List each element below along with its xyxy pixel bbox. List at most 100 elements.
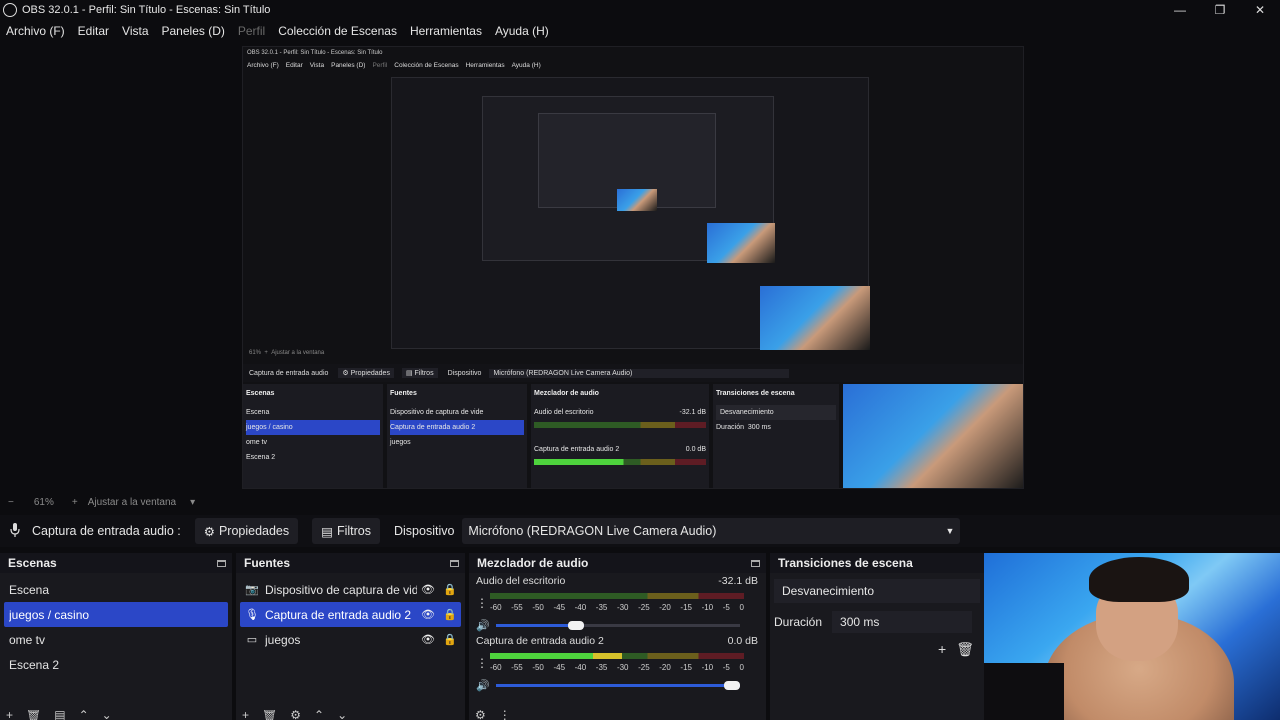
nested-menu-item: Paneles (D)	[331, 61, 366, 69]
nested-menu-item: Vista	[309, 61, 325, 69]
scene-item[interactable]: ome tv	[4, 627, 228, 652]
nested-menu-item: Archivo (F)	[247, 61, 279, 69]
menu-vista[interactable]: Vista	[122, 24, 148, 38]
speaker-icon[interactable]: 🔊	[476, 619, 496, 632]
menu-archivo[interactable]: Archivo (F)	[6, 24, 65, 38]
title-bar: OBS 32.0.1 - Perfil: Sin Título - Escena…	[0, 0, 1280, 20]
properties-button[interactable]: ⚙ Propiedades	[194, 518, 299, 544]
gear-icon: ⚙	[203, 524, 215, 539]
more-options-icon[interactable]: ⋮	[476, 656, 490, 670]
transitions-title: Transiciones de escena	[778, 556, 913, 570]
channel-name: Audio del escritorio	[476, 575, 566, 587]
more-options-icon[interactable]: ⋮	[499, 710, 511, 720]
device-label: Dispositivo	[393, 524, 455, 538]
transition-select[interactable]: Desvanecimiento	[774, 579, 980, 603]
duration-label: Duración	[774, 615, 823, 629]
nested-docks: Escenas Escena juegos / casino ome tv Es…	[243, 384, 1023, 488]
move-down-icon[interactable]: ⌄	[337, 710, 347, 720]
preview-canvas[interactable]: OBS 32.0.1 - Perfil: Sin Título - Escena…	[242, 46, 1024, 489]
obs-logo-icon	[3, 3, 17, 17]
delete-scene-icon[interactable]: 🗑	[26, 710, 41, 720]
delete-transition-icon[interactable]: 🗑	[956, 641, 974, 658]
menu-coleccion-escenas[interactable]: Colección de Escenas	[278, 24, 397, 38]
delete-source-icon[interactable]: 🗑	[262, 710, 277, 720]
person-hair	[1089, 557, 1189, 602]
device-select[interactable]: Micrófono (REDRAGON Live Camera Audio) ▼	[462, 518, 961, 544]
eye-icon[interactable]: 👁	[417, 608, 439, 621]
meter-scale: -60 -55 -50 -45 -40 -35 -30 -25 -20 -15 -10 -5 0	[490, 603, 744, 612]
source-item[interactable]: ▭ juegos 👁 🔒	[240, 627, 461, 652]
undock-icon[interactable]	[217, 559, 226, 567]
nested-menu-item: Perfil	[372, 61, 388, 69]
zoom-out-button[interactable]: −	[8, 497, 14, 508]
source-toolbar: Captura de entrada audio : ⚙ Propiedades…	[0, 515, 1280, 547]
lock-icon[interactable]: 🔒	[439, 583, 461, 596]
more-options-icon[interactable]: ⋮	[476, 596, 490, 610]
maximize-button[interactable]: ❐	[1200, 0, 1240, 20]
source-item[interactable]: 🎙 Captura de entrada audio 2 👁 🔒	[240, 602, 461, 627]
filter-icon: ▤	[321, 524, 333, 539]
channel-name: Captura de entrada audio 2	[476, 635, 604, 647]
volume-meter: -60 -55 -50 -45 -40 -35 -30 -25 -20 -15 -10 -5 0	[490, 591, 744, 615]
camera-icon: 📷	[245, 584, 259, 596]
filters-button[interactable]: ▤ Filtros	[312, 518, 380, 544]
audio-mixer-dock: Mezclador de audio Audio del escritorio …	[469, 553, 766, 720]
window-controls: — ❐ ✕	[1160, 0, 1280, 20]
volume-slider[interactable]	[496, 620, 740, 630]
mixer-channel: Captura de entrada audio 2 0.0 dB ⋮ -60-…	[469, 633, 766, 693]
scene-item[interactable]: Escena	[4, 577, 228, 602]
scene-item[interactable]: Escena 2	[4, 652, 228, 677]
add-scene-icon[interactable]: +	[6, 710, 13, 720]
mixer-title: Mezclador de audio	[477, 556, 589, 570]
zoom-bar: − 61% + Ajustar a la ventana ▾	[0, 492, 1280, 512]
selected-source-label: Captura de entrada audio :	[32, 524, 181, 538]
add-transition-icon[interactable]: +	[938, 641, 946, 658]
eye-icon[interactable]: 👁	[417, 583, 439, 596]
volume-meter: -60 -55 -50 -45 -40 -35 -30 -25 -20 -15 -10 -5 0	[490, 651, 744, 675]
zoom-level: 61%	[33, 496, 54, 508]
eye-icon[interactable]: 👁	[417, 633, 439, 646]
scene-item[interactable]: juegos / casino	[4, 602, 228, 627]
add-source-icon[interactable]: +	[242, 710, 249, 720]
scenes-title: Escenas	[8, 556, 57, 570]
menu-paneles[interactable]: Paneles (D)	[162, 24, 225, 38]
shadow-area	[984, 663, 1064, 720]
window-icon: ▭	[246, 634, 258, 646]
fit-window-label: Ajustar a la ventana	[87, 496, 177, 508]
source-item[interactable]: 📷 Dispositivo de captura de vide 👁 🔒	[240, 577, 461, 602]
microphone-icon	[10, 522, 24, 540]
transitions-dock: Transiciones de escena Desvanecimiento D…	[770, 553, 984, 720]
nested-webcam-thumb	[617, 189, 657, 211]
menu-ayuda[interactable]: Ayuda (H)	[495, 24, 549, 38]
move-up-icon[interactable]: ⌃	[314, 710, 324, 720]
speaker-icon[interactable]: 🔊	[476, 679, 496, 692]
nested-webcam-thumb	[707, 223, 775, 263]
nested-webcam-thumb	[760, 286, 870, 350]
undock-icon[interactable]	[450, 559, 459, 567]
menu-perfil[interactable]: Perfil	[238, 24, 265, 38]
zoom-in-button[interactable]: +	[72, 497, 78, 508]
nested-preview	[391, 77, 870, 350]
nested-source-bar: Captura de entrada audio ⚙ Propiedades ▤…	[243, 364, 1023, 382]
menu-herramientas[interactable]: Herramientas	[410, 24, 482, 38]
move-down-icon[interactable]: ⌄	[102, 710, 112, 720]
nested-webcam-thumb	[843, 384, 1023, 488]
nested-title: OBS 32.0.1 - Perfil: Sin Título - Escena…	[247, 50, 383, 56]
webcam-feed	[984, 553, 1280, 720]
move-up-icon[interactable]: ⌃	[79, 710, 89, 720]
duration-input[interactable]: 300 ms	[832, 611, 973, 633]
menu-editar[interactable]: Editar	[78, 24, 109, 38]
channel-db: 0.0 dB	[727, 635, 758, 647]
close-button[interactable]: ✕	[1240, 0, 1280, 20]
volume-slider[interactable]	[496, 680, 740, 690]
lock-icon[interactable]: 🔒	[439, 633, 461, 646]
nested-menu-item: Herramientas	[465, 61, 505, 69]
lock-icon[interactable]: 🔒	[439, 608, 461, 621]
scene-filters-icon[interactable]: ▤	[54, 710, 65, 720]
mixer-settings-icon[interactable]: ⚙	[475, 710, 486, 720]
minimize-button[interactable]: —	[1160, 0, 1200, 20]
zoom-dropdown-caret[interactable]: ▾	[190, 497, 195, 508]
source-settings-icon[interactable]: ⚙	[290, 710, 301, 720]
undock-icon[interactable]	[751, 559, 760, 567]
nested-menu-item: Ayuda (H)	[511, 61, 541, 69]
